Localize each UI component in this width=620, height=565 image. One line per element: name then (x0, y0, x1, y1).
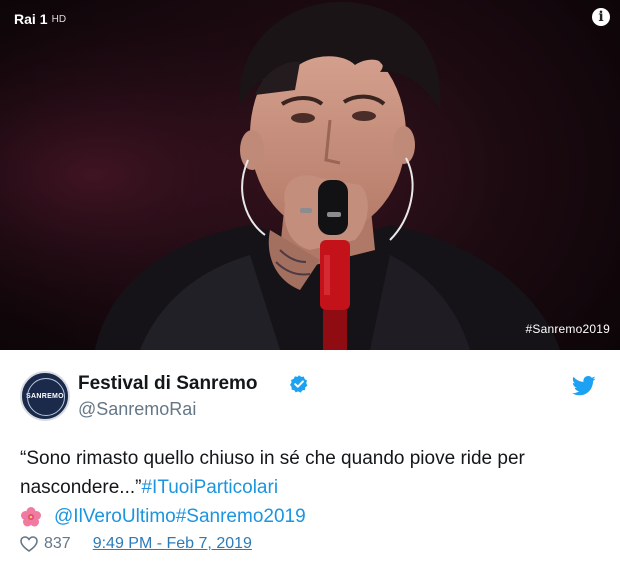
timestamp-link[interactable]: 9:49 PM - Feb 7, 2019 (93, 535, 252, 553)
twitter-bird-icon[interactable] (572, 376, 596, 396)
hibiscus-emoji-icon (21, 506, 41, 526)
heart-like-icon[interactable] (20, 536, 38, 552)
info-icon[interactable]: i (592, 8, 610, 26)
like-count: 837 (44, 535, 71, 552)
avatar[interactable]: SANREMO (20, 371, 70, 421)
author-handle[interactable]: @SanremoRai (78, 399, 196, 420)
tweet-text: “Sono rimasto quello chiuso in sé che qu… (20, 444, 610, 502)
hashtag-link-sanremo[interactable]: #Sanremo2019 (176, 502, 306, 531)
hashtag-link[interactable]: #ITuoiParticolari (141, 477, 278, 498)
tweet-text-line3: @IlVeroUltimo #Sanremo2019 (20, 502, 306, 531)
performer-photo (0, 0, 620, 350)
tweet-footer: 837 9:49 PM - Feb 7, 2019 (20, 535, 252, 553)
author-display-name[interactable]: Festival di Sanremo (78, 373, 258, 395)
media-overlay-hashtag: #Sanremo2019 (525, 322, 610, 336)
channel-logo-name: Rai (14, 11, 36, 27)
channel-logo-number: 1 (39, 11, 48, 27)
avatar-ring (27, 378, 65, 416)
tweet-media-image[interactable]: Rai 1 HD i #Sanremo2019 (0, 0, 620, 350)
channel-logo: Rai 1 HD (14, 11, 66, 27)
verified-badge-icon (290, 375, 308, 393)
mention-link[interactable]: @IlVeroUltimo (54, 502, 176, 531)
channel-logo-hd: HD (51, 13, 67, 25)
tweet-card: Rai 1 HD i #Sanremo2019 SANREMO Festival… (0, 0, 620, 565)
